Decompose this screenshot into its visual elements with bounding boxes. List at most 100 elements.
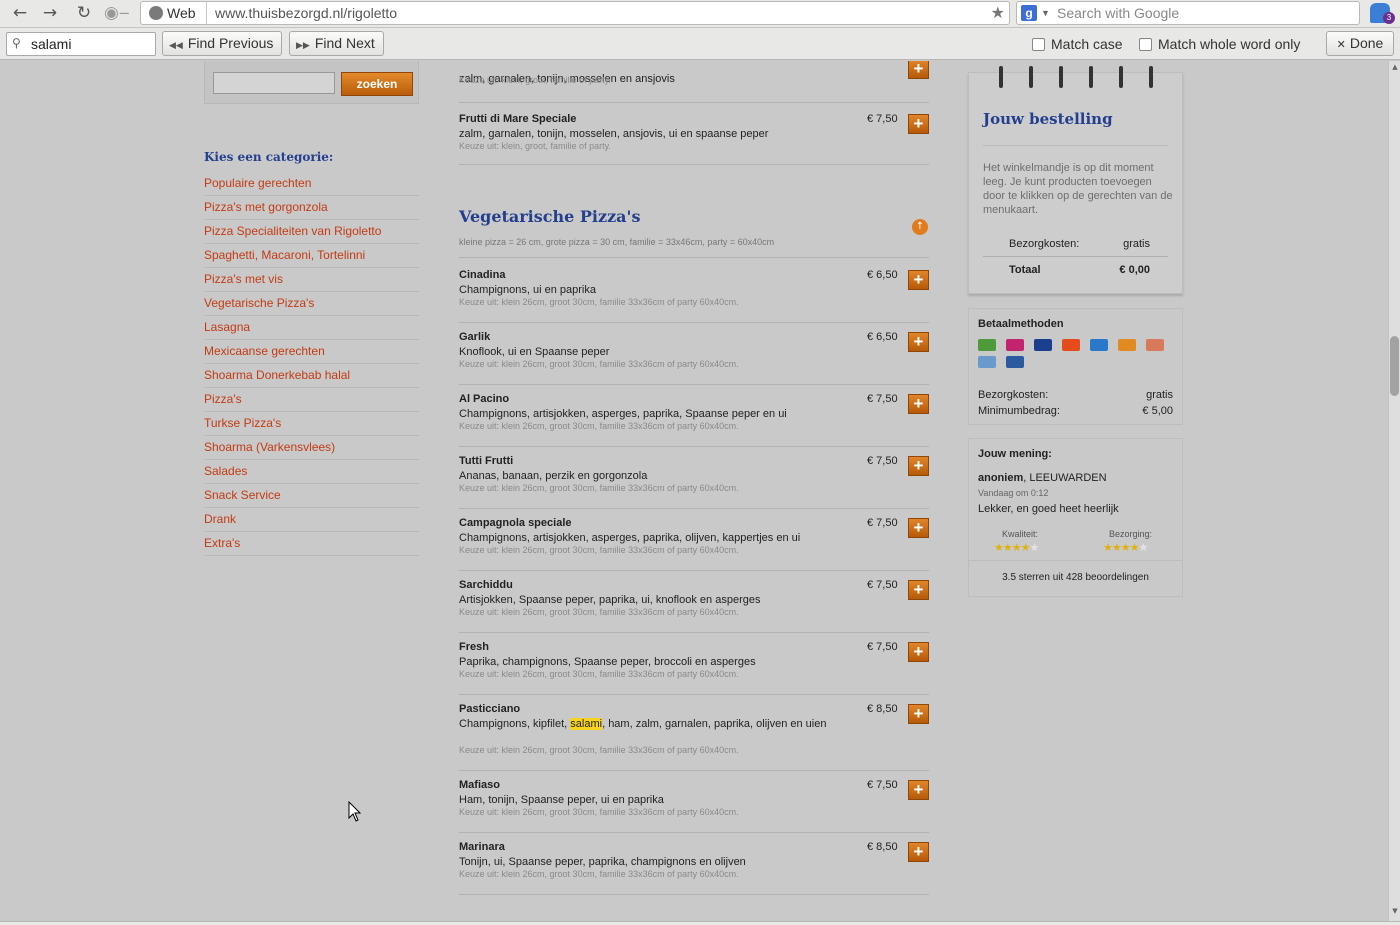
add-to-cart-button[interactable]: + xyxy=(908,704,929,724)
web-search-box[interactable]: g ▼ Search with Google xyxy=(1016,1,1360,25)
key-icon[interactable]: ◉‒ xyxy=(104,2,130,24)
find-bar: ⚲ ◀◀ Find Previous ▶▶ Find Next Match case… xyxy=(0,28,1400,60)
payment-delivery-row: Bezorgkosten: gratis xyxy=(978,389,1173,401)
category-link[interactable]: Spaghetti, Macaroni, Tortelinni xyxy=(204,244,419,268)
menu-item-name[interactable]: Sarchiddu xyxy=(459,579,513,591)
category-link[interactable]: Drank xyxy=(204,508,419,532)
category-link[interactable]: Shoarma Donerkebab halal xyxy=(204,364,419,388)
category-link[interactable]: Pizza's met vis xyxy=(204,268,419,292)
category-link[interactable]: Pizza's met gorgonzola xyxy=(204,196,419,220)
category-list: Populaire gerechten Pizza's met gorgonzol… xyxy=(204,172,419,556)
menu-item-price: € 7,50 xyxy=(867,517,898,529)
add-to-cart-button[interactable]: + xyxy=(908,580,929,600)
scroll-up-icon[interactable]: ↑ xyxy=(912,219,928,235)
star-filled-icon: ★ xyxy=(1011,541,1022,554)
reload-icon[interactable]: ↻ xyxy=(72,2,96,24)
review-title: Jouw mening: xyxy=(978,448,1052,460)
category-link[interactable]: Turkse Pizza's xyxy=(204,412,419,436)
menu-item-price: € 7,50 xyxy=(867,393,898,405)
category-link[interactable]: Shoarma (Varkensvlees) xyxy=(204,436,419,460)
back-arrow-icon[interactable]: ← xyxy=(8,2,32,24)
menu-item-options: Keuze uit: klein, groot, familie of part… xyxy=(459,141,611,151)
add-to-cart-button[interactable]: + xyxy=(908,114,929,134)
url-text[interactable]: www.thuisbezorgd.nl/rigoletto xyxy=(215,2,397,24)
spiral-ring xyxy=(1089,66,1093,88)
category-link[interactable]: Mexicaanse gerechten xyxy=(204,340,419,364)
bookmark-star-icon[interactable]: ★ xyxy=(991,2,1005,24)
divider xyxy=(459,384,929,385)
spiral-ring xyxy=(1059,66,1063,88)
add-to-cart-button[interactable]: + xyxy=(908,394,929,414)
category-link[interactable]: Populaire gerechten xyxy=(204,172,419,196)
menu-item-name[interactable]: Frutti di Mare Speciale xyxy=(459,113,576,125)
add-to-cart-button[interactable]: + xyxy=(908,780,929,800)
add-to-cart-button[interactable]: + xyxy=(908,270,929,290)
find-previous-button[interactable]: ◀◀ Find Previous xyxy=(162,31,283,56)
menu-item-name[interactable]: Marinara xyxy=(459,841,505,853)
menu-item-options: Keuze uit: klein 26cm, groot 30cm, famil… xyxy=(459,745,739,755)
find-field[interactable]: ⚲ xyxy=(6,32,156,56)
menu-item-options: Keuze uit: klein 26cm, groot 30cm, famil… xyxy=(459,669,739,679)
find-input[interactable] xyxy=(31,35,151,53)
add-to-cart-button[interactable]: + xyxy=(908,61,929,79)
category-link[interactable]: Snack Service xyxy=(204,484,419,508)
add-to-cart-button[interactable]: + xyxy=(908,642,929,662)
done-button[interactable]: ✕ Done xyxy=(1326,31,1394,56)
menu-item: Pasticciano Champignons, kipfilet, salami… xyxy=(459,703,929,763)
menu-item-name[interactable]: Tutti Frutti xyxy=(459,455,513,467)
google-icon[interactable]: g xyxy=(1021,5,1037,21)
menu-item-name[interactable]: Fresh xyxy=(459,641,489,653)
add-to-cart-button[interactable]: + xyxy=(908,456,929,476)
add-to-cart-button[interactable]: + xyxy=(908,842,929,862)
scrollbar-thumb[interactable] xyxy=(1390,336,1399,396)
web-search-placeholder[interactable]: Search with Google xyxy=(1057,2,1179,24)
zoeken-button[interactable]: zoeken xyxy=(341,72,413,96)
checkbox-icon[interactable] xyxy=(1139,38,1152,51)
match-whole-word-checkbox[interactable]: Match whole word only xyxy=(1139,36,1300,52)
page-scrollbar[interactable]: ▲ ▼ xyxy=(1388,61,1400,921)
menu-item: Sarchiddu Artisjokken, Spaanse peper, pap… xyxy=(459,579,929,639)
category-link[interactable]: Vegetarische Pizza's xyxy=(204,292,419,316)
menu-item-price: € 7,50 xyxy=(867,455,898,467)
scroll-up-arrow-icon[interactable]: ▲ xyxy=(1390,63,1400,73)
menu-item-name[interactable]: Al Pacino xyxy=(459,393,509,405)
category-list-title: Kies een categorie: xyxy=(204,150,334,164)
add-to-cart-button[interactable]: + xyxy=(908,518,929,538)
menu-item: Mafiaso Ham, tonijn, Spaanse peper, ui en… xyxy=(459,779,929,839)
menu-item-description: Artisjokken, Spaanse peper, paprika, ui,… xyxy=(459,594,761,606)
menu-item: Campagnola speciale Champignons, artisjok… xyxy=(459,517,929,577)
menu-item-name[interactable]: Cinadina xyxy=(459,269,505,281)
menu-item-options: Keuze uit: klein 26cm, groot 30cm, famil… xyxy=(459,297,739,307)
creditcard-icon xyxy=(1146,339,1164,351)
menu-item-name[interactable]: Mafiaso xyxy=(459,779,500,791)
menu-item: zalm, garnalen, tonijn, mosselen en ansj… xyxy=(459,61,929,118)
chevron-down-icon[interactable]: ▼ xyxy=(1041,5,1050,21)
menu-item-name[interactable]: Pasticciano xyxy=(459,703,520,715)
menu-item-description: Ham, tonijn, Spaanse peper, ui en paprik… xyxy=(459,794,664,806)
checkbox-icon[interactable] xyxy=(1032,38,1045,51)
address-bar[interactable]: Web www.thuisbezorgd.nl/rigoletto ★ xyxy=(140,1,1010,25)
category-link[interactable]: Salades xyxy=(204,460,419,484)
divider xyxy=(459,894,929,895)
category-link[interactable]: Pizza Specialiteiten van Rigoletto xyxy=(204,220,419,244)
divider xyxy=(459,632,929,633)
review-date: Vandaag om 0:12 xyxy=(978,488,1049,498)
category-link[interactable]: Lasagna xyxy=(204,316,419,340)
menu-item-price: € 7,50 xyxy=(867,579,898,591)
menu-item-name[interactable]: Campagnola speciale xyxy=(459,517,572,529)
menu-item-price: € 7,50 xyxy=(867,113,898,125)
scroll-down-arrow-icon[interactable]: ▼ xyxy=(1390,907,1400,917)
sidebar-search-input[interactable] xyxy=(213,72,335,94)
site-identity[interactable]: Web xyxy=(141,2,207,24)
page-content: zoeken Kies een categorie: Populaire ger… xyxy=(0,61,1388,921)
category-link[interactable]: Extra's xyxy=(204,532,419,556)
next-icon: ▶▶ xyxy=(296,41,310,51)
order-summary: Bezorgkosten: gratis Totaal € 0,00 xyxy=(983,231,1168,283)
forward-arrow-icon[interactable]: → xyxy=(38,2,62,24)
delivery-label: Bezorgkosten: xyxy=(1009,238,1080,250)
find-next-button[interactable]: ▶▶ Find Next xyxy=(289,31,384,56)
add-to-cart-button[interactable]: + xyxy=(908,332,929,352)
category-link[interactable]: Pizza's xyxy=(204,388,419,412)
menu-item-name[interactable]: Garlik xyxy=(459,331,490,343)
match-case-checkbox[interactable]: Match case xyxy=(1032,36,1123,52)
